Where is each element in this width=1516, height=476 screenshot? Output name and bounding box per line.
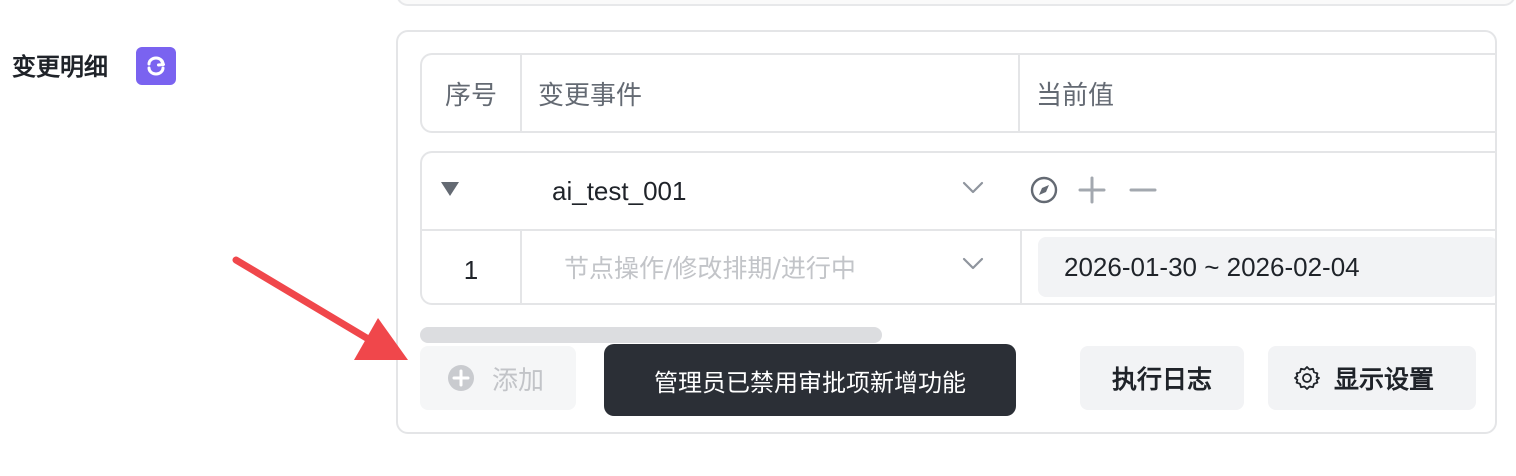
column-header-index: 序号: [422, 55, 522, 131]
collapse-caret-icon[interactable]: [440, 181, 460, 197]
table-header: 序号 变更事件 当前值: [420, 53, 1495, 133]
change-detail-panel: 序号 变更事件 当前值 ai_test_001 1 节点操作/修改排期/进行中 …: [396, 30, 1497, 434]
column-header-event: 变更事件: [522, 55, 1020, 131]
plus-circle-icon: [448, 365, 474, 391]
sync-arrows-icon[interactable]: [136, 47, 176, 85]
add-button-label: 添加: [492, 365, 545, 396]
add-button[interactable]: 添加: [420, 346, 576, 410]
execution-log-button[interactable]: 执行日志: [1080, 346, 1244, 410]
display-settings-label: 显示设置: [1334, 365, 1435, 394]
event-select[interactable]: 节点操作/修改排期/进行中: [522, 231, 1022, 303]
chevron-down-icon[interactable]: [962, 257, 984, 271]
annotation-arrow-icon: [232, 256, 408, 360]
column-header-current-value: 当前值: [1036, 80, 1115, 111]
minus-icon[interactable]: [1128, 175, 1158, 205]
chevron-down-icon[interactable]: [962, 181, 984, 195]
plus-icon[interactable]: [1077, 175, 1107, 205]
date-range-value[interactable]: 2026-01-30 ~ 2026-02-04: [1038, 237, 1495, 297]
disabled-tooltip: 管理员已禁用审批项新增功能: [604, 344, 1016, 416]
table-row: 1 节点操作/修改排期/进行中 2026-01-30 ~ 2026-02-04: [422, 231, 1495, 303]
previous-section-edge: [396, 0, 1516, 6]
compass-icon[interactable]: [1029, 175, 1059, 205]
table-group: ai_test_001 1 节点操作/修改排期/进行中 2026-01-30 ~…: [420, 151, 1495, 305]
display-settings-button[interactable]: 显示设置: [1268, 346, 1476, 410]
group-select-value[interactable]: ai_test_001: [552, 173, 686, 209]
row-index: 1: [422, 231, 522, 303]
event-select-placeholder: 节点操作/修改排期/进行中: [564, 254, 856, 283]
horizontal-scrollbar[interactable]: [420, 327, 882, 343]
gear-icon: [1294, 366, 1320, 390]
section-title: 变更明细: [12, 53, 108, 81]
current-value-cell: 2026-01-30 ~ 2026-02-04: [1022, 231, 1495, 303]
group-header-row: ai_test_001: [422, 153, 1495, 231]
